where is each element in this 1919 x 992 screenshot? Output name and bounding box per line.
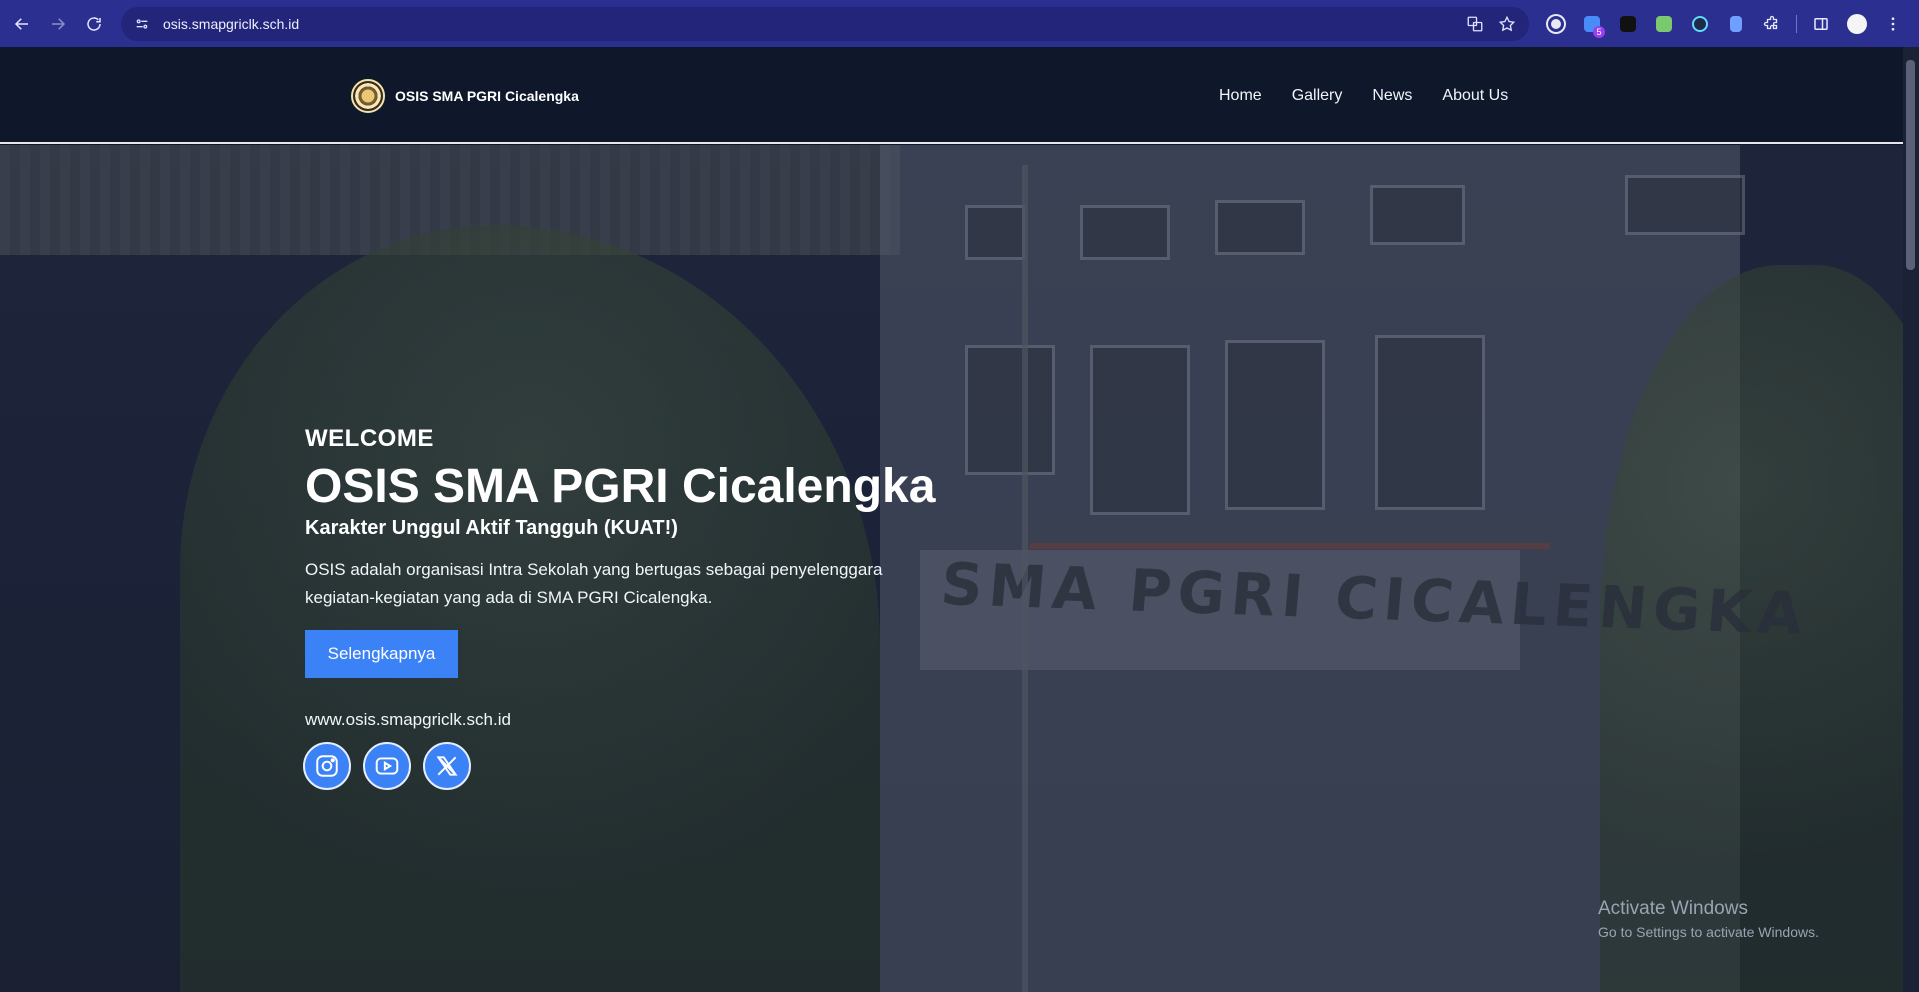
youtube-icon [375, 757, 399, 775]
watermark-subtitle: Go to Settings to activate Windows. [1598, 924, 1819, 940]
hero-welcome: WELCOME [305, 425, 434, 452]
extension-badge-count: 5 [1593, 26, 1605, 38]
youtube-link[interactable] [363, 742, 411, 790]
site-header: OSIS SMA PGRI Cicalengka Home Gallery Ne… [0, 47, 1903, 144]
windows-activation-watermark: Activate Windows Go to Settings to activ… [1598, 898, 1819, 940]
translate-icon[interactable] [1461, 10, 1489, 38]
side-panel-icon[interactable] [1805, 8, 1837, 40]
extension-dark-icon[interactable] [1612, 8, 1644, 40]
main-nav: Home Gallery News About Us [1219, 87, 1508, 105]
site-info-icon[interactable] [127, 9, 157, 39]
arrow-left-icon [14, 17, 28, 30]
browser-toolbar: osis.smapgriclk.sch.id 5 [0, 0, 1919, 47]
brand[interactable]: OSIS SMA PGRI Cicalengka [351, 79, 579, 113]
menu-kebab-icon[interactable] [1877, 8, 1909, 40]
scrollbar-thumb[interactable] [1906, 60, 1915, 270]
instagram-link[interactable] [303, 742, 351, 790]
extension-react-icon[interactable] [1684, 8, 1716, 40]
bookmark-star-icon[interactable] [1493, 10, 1521, 38]
watermark-title: Activate Windows [1598, 898, 1748, 919]
selengkapnya-button[interactable]: Selengkapnya [305, 630, 458, 678]
instagram-icon [316, 755, 338, 777]
extension-circle-icon[interactable] [1540, 8, 1572, 40]
x-link[interactable] [423, 742, 471, 790]
background-window [1370, 185, 1465, 245]
nav-home[interactable]: Home [1219, 87, 1262, 105]
extension-badge-icon[interactable]: 5 [1576, 8, 1608, 40]
back-button[interactable] [4, 6, 40, 42]
forward-button[interactable] [40, 6, 76, 42]
x-icon [436, 756, 458, 776]
background-window [1090, 345, 1190, 515]
website-url: www.osis.smapgriclk.sch.id [305, 710, 511, 729]
extension-green-icon[interactable] [1648, 8, 1680, 40]
background-window [1215, 200, 1305, 255]
hero-section: SMA PGRI CICALENGKA WELCOME OSIS SMA PGR… [0, 145, 1903, 992]
reload-icon [87, 16, 101, 31]
extensions-bar: 5 [1540, 8, 1909, 40]
extension-doc-icon[interactable] [1720, 8, 1752, 40]
nav-about-us[interactable]: About Us [1442, 87, 1508, 105]
background-window [965, 205, 1025, 260]
hero-description: OSIS adalah organisasi Intra Sekolah yan… [305, 560, 883, 607]
brand-name: OSIS SMA PGRI Cicalengka [395, 88, 579, 104]
hero-content: WELCOME OSIS SMA PGRI Cicalengka Karakte… [303, 425, 1005, 790]
hero-title: OSIS SMA PGRI Cicalengka [305, 460, 936, 513]
school-logo [351, 79, 385, 113]
nav-news[interactable]: News [1372, 87, 1412, 105]
extensions-puzzle-icon[interactable] [1756, 8, 1788, 40]
arrow-right-icon [52, 17, 66, 30]
hero-tagline: Karakter Unggul Aktif Tangguh (KUAT!) [305, 517, 678, 539]
profile-avatar-icon[interactable] [1841, 8, 1873, 40]
toolbar-divider [1796, 15, 1797, 33]
background-flagpole [1022, 165, 1028, 992]
reload-button[interactable] [76, 6, 112, 42]
background-window [1225, 340, 1325, 510]
social-links [303, 742, 1005, 790]
nav-gallery[interactable]: Gallery [1292, 87, 1343, 105]
background-window [1625, 175, 1745, 235]
background-window [1080, 205, 1170, 260]
address-bar[interactable]: osis.smapgriclk.sch.id [121, 7, 1529, 41]
background-stripe [1030, 543, 1550, 549]
background-window [1375, 335, 1485, 510]
url-text[interactable]: osis.smapgriclk.sch.id [163, 16, 299, 32]
